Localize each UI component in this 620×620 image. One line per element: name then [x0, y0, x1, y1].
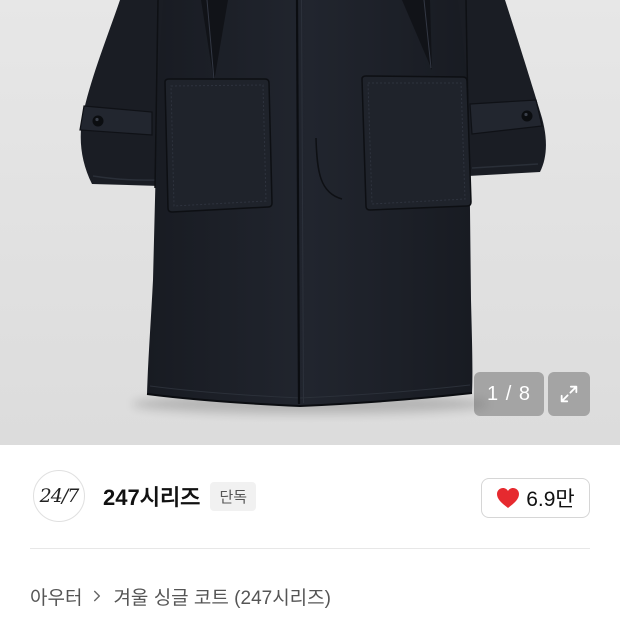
brand-name[interactable]: 247시리즈 — [103, 480, 200, 512]
heart-icon — [497, 488, 520, 508]
like-count: 6.9만 — [526, 488, 575, 511]
breadcrumb-separator — [90, 588, 104, 604]
expand-button[interactable] — [548, 372, 590, 416]
breadcrumb-item-subcategory[interactable]: 겨울 싱글 코트 (247시리즈) — [113, 583, 331, 610]
chevron-right-icon — [94, 590, 101, 602]
breadcrumb: 아우터 겨울 싱글 코트 (247시리즈) — [30, 582, 331, 610]
coat-left-pocket — [164, 78, 273, 213]
exclusive-badge: 단독 — [210, 481, 257, 511]
product-image-gallery[interactable]: 1 / 8 — [0, 0, 620, 445]
expand-icon — [560, 385, 578, 403]
like-button[interactable]: 6.9만 — [481, 478, 590, 518]
brand-logo[interactable]: 24/7 — [33, 470, 85, 522]
left-cuff-button — [92, 115, 104, 127]
coat-right-pocket — [361, 75, 472, 211]
right-cuff-button — [521, 110, 533, 122]
breadcrumb-item-category[interactable]: 아우터 — [30, 583, 82, 610]
brand-row: 24/7 247시리즈 단독 — [33, 470, 257, 522]
divider — [30, 548, 590, 549]
image-counter: 1 / 8 — [474, 372, 544, 416]
